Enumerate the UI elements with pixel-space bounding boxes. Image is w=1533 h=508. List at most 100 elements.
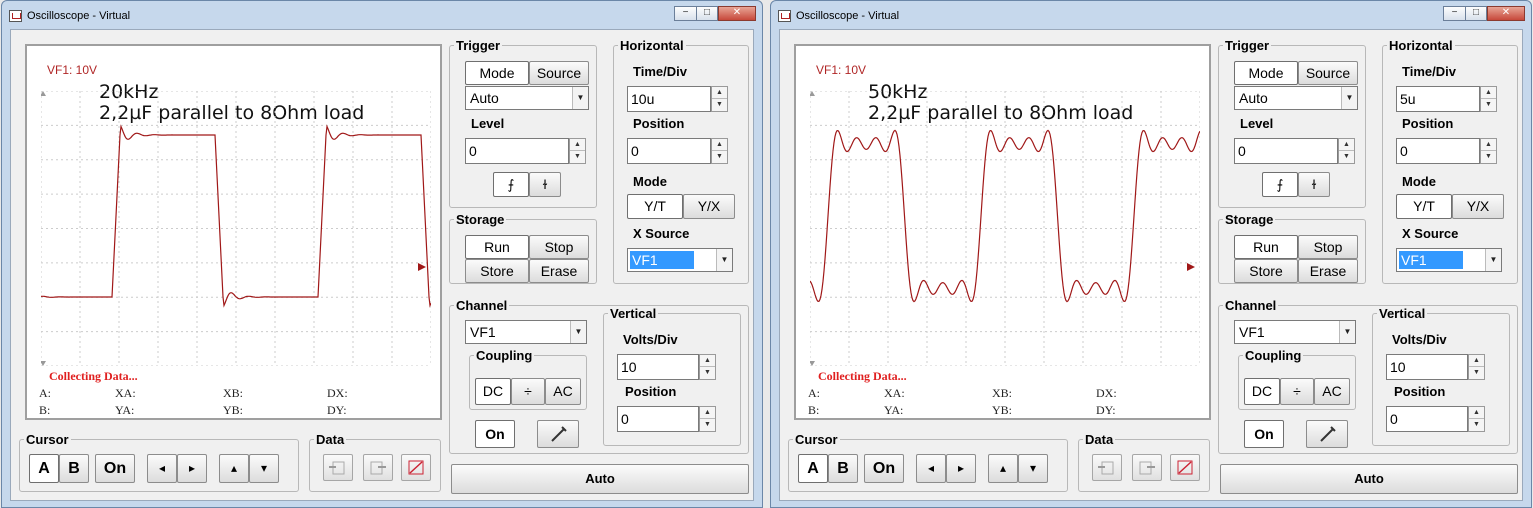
erase-button[interactable]: Erase xyxy=(529,259,589,283)
volts-div-input[interactable]: 10 xyxy=(1386,354,1468,380)
cursor-right-button[interactable]: ▸ xyxy=(946,454,976,483)
export-data-button[interactable] xyxy=(1132,454,1162,481)
horizontal-position-input[interactable]: 0 xyxy=(627,138,711,164)
trace-color-button[interactable] xyxy=(537,420,579,448)
trigger-mode-select[interactable]: Auto ▼ xyxy=(1234,86,1358,110)
clear-data-button[interactable] xyxy=(1170,454,1200,481)
trigger-mode-button[interactable]: Mode xyxy=(465,61,529,85)
cursor-b-button[interactable]: B xyxy=(59,454,89,483)
falling-edge-button[interactable]: ɫ xyxy=(529,172,561,197)
x-source-select[interactable]: VF1 ▼ xyxy=(627,248,733,272)
x-source-label: X Source xyxy=(633,226,690,241)
time-div-input[interactable]: 10u xyxy=(627,86,711,112)
ac-coupling-button[interactable]: AC xyxy=(545,378,581,405)
yt-mode-button[interactable]: Y/T xyxy=(1396,194,1452,219)
erase-button[interactable]: Erase xyxy=(1298,259,1358,283)
chevron-down-icon[interactable]: ▼ xyxy=(1339,321,1355,343)
cursor-down-button[interactable]: ▾ xyxy=(249,454,279,483)
vertical-position-stepper[interactable]: ▲ ▼ xyxy=(1468,406,1485,432)
auto-button[interactable]: Auto xyxy=(1220,464,1518,494)
dc-coupling-button[interactable]: DC xyxy=(1244,378,1280,405)
oscilloscope-window-50khz: Oscilloscope - Virtual − □ ✕ VF1: 10V 50… xyxy=(770,0,1532,508)
volts-div-input[interactable]: 10 xyxy=(617,354,699,380)
cursor-right-button[interactable]: ▸ xyxy=(177,454,207,483)
chevron-down-icon[interactable]: ▼ xyxy=(1485,249,1501,271)
cursor-left-button[interactable]: ◂ xyxy=(147,454,177,483)
channel-on-button[interactable]: On xyxy=(1244,420,1284,448)
cursor-on-button[interactable]: On xyxy=(95,454,135,483)
cursor-a-button[interactable]: A xyxy=(798,454,828,483)
time-div-input[interactable]: 5u xyxy=(1396,86,1480,112)
cursor-up-button[interactable]: ▴ xyxy=(988,454,1018,483)
store-button[interactable]: Store xyxy=(1234,259,1298,283)
horizontal-position-stepper[interactable]: ▲ ▼ xyxy=(711,138,728,164)
chevron-down-icon[interactable]: ▼ xyxy=(572,87,588,109)
trigger-level-stepper[interactable]: ▲ ▼ xyxy=(569,138,586,164)
close-button[interactable]: ✕ xyxy=(718,6,756,21)
volts-div-label: Volts/Div xyxy=(623,332,678,347)
trigger-mode-button[interactable]: Mode xyxy=(1234,61,1298,85)
import-data-button[interactable] xyxy=(323,454,353,481)
title-bar[interactable]: Oscilloscope - Virtual − □ ✕ xyxy=(771,1,1531,29)
trigger-level-stepper[interactable]: ▲ ▼ xyxy=(1338,138,1355,164)
volts-div-stepper[interactable]: ▲ ▼ xyxy=(699,354,716,380)
x-source-select[interactable]: VF1 ▼ xyxy=(1396,248,1502,272)
cursor-up-button[interactable]: ▴ xyxy=(219,454,249,483)
auto-button[interactable]: Auto xyxy=(451,464,749,494)
falling-edge-button[interactable]: ɫ xyxy=(1298,172,1330,197)
title-bar[interactable]: Oscilloscope - Virtual − □ ✕ xyxy=(2,1,762,29)
trigger-source-button[interactable]: Source xyxy=(1298,61,1358,85)
ac-coupling-button[interactable]: AC xyxy=(1314,378,1350,405)
chevron-down-icon[interactable]: ▼ xyxy=(1341,87,1357,109)
cursor-xb-label: XB: xyxy=(223,386,244,400)
yx-mode-button[interactable]: Y/X xyxy=(1452,194,1504,219)
vertical-position-input[interactable]: 0 xyxy=(617,406,699,432)
cursor-left-button[interactable]: ◂ xyxy=(916,454,946,483)
horizontal-position-stepper[interactable]: ▲ ▼ xyxy=(1480,138,1497,164)
maximize-button[interactable]: □ xyxy=(696,6,718,21)
yx-mode-button[interactable]: Y/X xyxy=(683,194,735,219)
trace-color-button[interactable] xyxy=(1306,420,1348,448)
horizontal-position-input[interactable]: 0 xyxy=(1396,138,1480,164)
minimize-button[interactable]: − xyxy=(674,6,697,21)
run-button[interactable]: Run xyxy=(465,235,529,259)
chevron-down-icon[interactable]: ▼ xyxy=(570,321,586,343)
clear-data-button[interactable] xyxy=(401,454,431,481)
import-data-button[interactable] xyxy=(1092,454,1122,481)
channel-select[interactable]: VF1 ▼ xyxy=(465,320,587,344)
minimize-button[interactable]: − xyxy=(1443,6,1466,21)
rising-edge-button[interactable]: ⨍ xyxy=(1262,172,1298,197)
trigger-mode-select[interactable]: Auto ▼ xyxy=(465,86,589,110)
gnd-coupling-button[interactable]: ÷ xyxy=(1280,378,1314,405)
gnd-coupling-button[interactable]: ÷ xyxy=(511,378,545,405)
time-div-stepper[interactable]: ▲ ▼ xyxy=(1480,86,1497,112)
vertical-title: Vertical xyxy=(610,306,657,321)
storage-title: Storage xyxy=(1225,212,1274,227)
store-button[interactable]: Store xyxy=(465,259,529,283)
trigger-level-input[interactable]: 0 xyxy=(465,138,569,164)
dc-coupling-button[interactable]: DC xyxy=(475,378,511,405)
chevron-down-icon[interactable]: ▼ xyxy=(716,249,732,271)
trigger-source-button[interactable]: Source xyxy=(529,61,589,85)
time-div-stepper[interactable]: ▲ ▼ xyxy=(711,86,728,112)
stop-button[interactable]: Stop xyxy=(1298,235,1358,259)
trigger-level-input[interactable]: 0 xyxy=(1234,138,1338,164)
channel-select[interactable]: VF1 ▼ xyxy=(1234,320,1356,344)
channel-on-button[interactable]: On xyxy=(475,420,515,448)
maximize-button[interactable]: □ xyxy=(1465,6,1487,21)
export-data-button[interactable] xyxy=(363,454,393,481)
cursor-b-button[interactable]: B xyxy=(828,454,858,483)
rising-edge-button[interactable]: ⨍ xyxy=(493,172,529,197)
run-button[interactable]: Run xyxy=(1234,235,1298,259)
stop-button[interactable]: Stop xyxy=(529,235,589,259)
cursor-a-button[interactable]: A xyxy=(29,454,59,483)
bottom-marker-icon xyxy=(41,361,46,366)
cursor-down-button[interactable]: ▾ xyxy=(1018,454,1048,483)
cursor-on-button[interactable]: On xyxy=(864,454,904,483)
coupling-title: Coupling xyxy=(1245,348,1302,363)
volts-div-stepper[interactable]: ▲ ▼ xyxy=(1468,354,1485,380)
close-button[interactable]: ✕ xyxy=(1487,6,1525,21)
vertical-position-input[interactable]: 0 xyxy=(1386,406,1468,432)
vertical-position-stepper[interactable]: ▲ ▼ xyxy=(699,406,716,432)
yt-mode-button[interactable]: Y/T xyxy=(627,194,683,219)
